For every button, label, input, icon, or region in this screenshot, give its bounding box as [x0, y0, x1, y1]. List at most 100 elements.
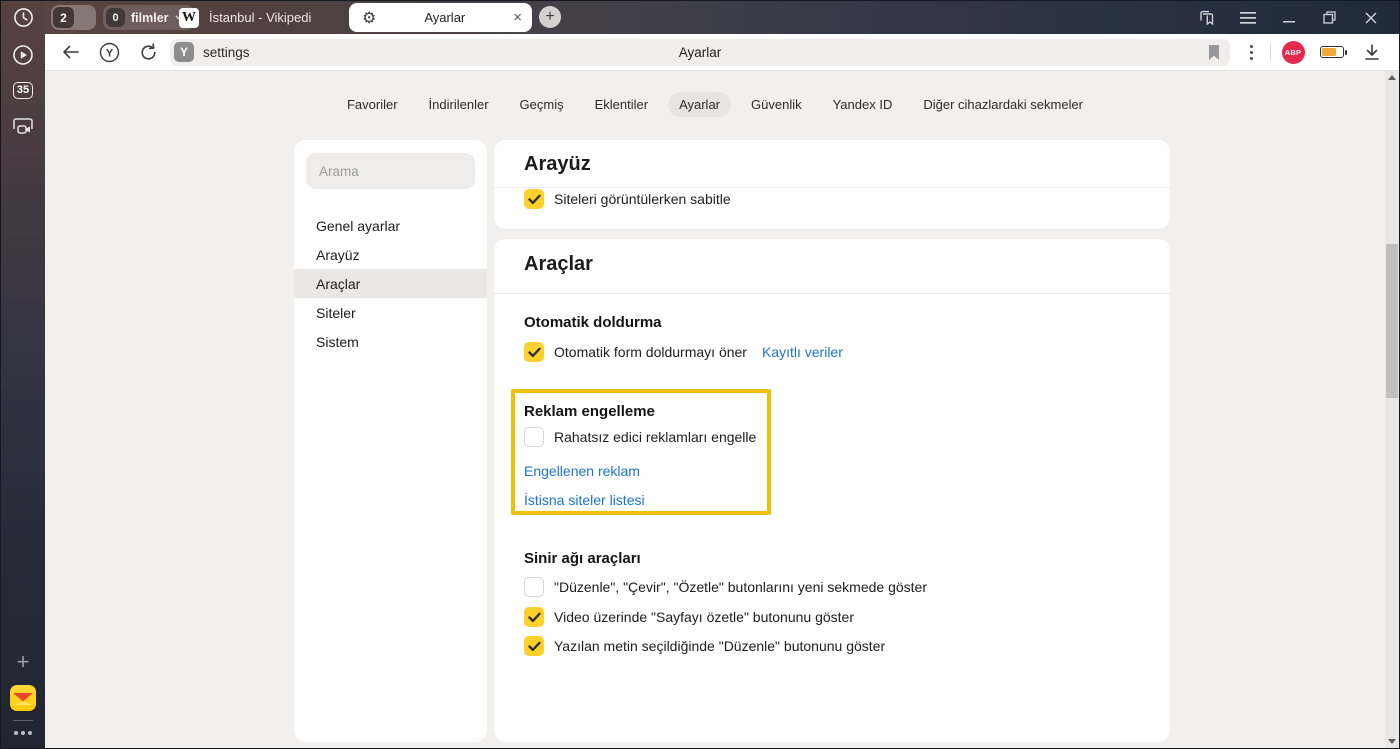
sidebar-item-siteler[interactable]: Siteler [294, 298, 487, 327]
minimize-icon [1283, 12, 1295, 24]
battery-icon [1320, 46, 1344, 58]
setting-label: Video üzerinde "Sayfayı özetle" butonunu… [554, 609, 854, 625]
section-arayuz: Arayüz Siteleri görüntülerken sabitle [494, 140, 1170, 229]
tab-list-button[interactable]: 2 [51, 5, 96, 30]
history-button[interactable] [1, 7, 45, 28]
kayitli-veriler-link[interactable]: Kayıtlı veriler [762, 344, 843, 360]
tab-count-badge: 2 [53, 7, 74, 28]
divider [494, 293, 1170, 294]
browser-menu-button[interactable] [1227, 1, 1268, 34]
section-title: Araçlar [524, 253, 593, 276]
more-dots-icon [14, 731, 32, 735]
plus-icon: + [17, 651, 30, 673]
play-icon [12, 44, 34, 66]
nav-indirilenler[interactable]: İndirilenler [418, 92, 500, 117]
checkbox-checked[interactable] [524, 607, 544, 627]
tab-close-icon[interactable]: × [513, 10, 522, 25]
section-araclar: Araçlar Otomatik doldurma Otomatik form … [494, 239, 1170, 742]
neural-heading: Sinir ağı araçları [524, 550, 641, 567]
nav-guvenlik[interactable]: Güvenlik [740, 92, 813, 117]
tab-panels-icon [1198, 10, 1215, 26]
tab-istanbul-vikipedi[interactable]: W İstanbul - Vikipedi [179, 1, 311, 34]
add-panel-button[interactable]: + [1, 651, 45, 673]
new-tab-button[interactable]: + [539, 6, 561, 28]
engellenen-reklam-link[interactable]: Engellenen reklam [524, 463, 640, 479]
address-bar[interactable]: Y settings Ayarlar [170, 39, 1230, 66]
settings-gear-favicon: ⚙ [362, 10, 376, 26]
close-window-button[interactable] [1350, 1, 1391, 34]
istisna-siteler-link[interactable]: İstisna siteler listesi [524, 492, 645, 508]
tab-ayarlar-active[interactable]: ⚙ Ayarlar × [349, 3, 532, 32]
minimize-button[interactable] [1268, 1, 1309, 34]
setting-label: Yazılan metin seçildiğinde "Düzenle" but… [554, 638, 885, 654]
bookmark-button[interactable] [1207, 44, 1221, 61]
nav-ayarlar[interactable]: Ayarlar [668, 92, 731, 117]
search-input[interactable] [306, 153, 475, 189]
wikipedia-favicon: W [179, 8, 199, 28]
video-call-tab-button[interactable] [1, 117, 45, 137]
download-icon [1363, 43, 1381, 61]
settings-nav: Favoriler İndirilenler Geçmiş Eklentiler… [45, 90, 1385, 118]
scrollbar-thumb[interactable] [1386, 244, 1398, 398]
page-title: Ayarlar [679, 45, 722, 60]
restore-button[interactable] [1309, 1, 1350, 34]
tab-title: İstanbul - Vikipedi [209, 10, 311, 25]
site-y-icon: Y [174, 42, 194, 62]
tab-group-count-badge: 0 [106, 8, 125, 27]
scroll-up-arrow[interactable] [1388, 75, 1396, 80]
hamburger-menu-icon [1240, 12, 1256, 24]
sidebar-item-genel-ayarlar[interactable]: Genel ayarlar [294, 211, 487, 240]
checkbox-checked[interactable] [524, 636, 544, 656]
autofill-row: Otomatik form doldurmayı öner Kayıtlı ve… [494, 342, 1170, 362]
tab-panels-button[interactable] [1186, 1, 1227, 34]
nav-yandex-id[interactable]: Yandex ID [822, 92, 904, 117]
downloads-button[interactable]: 35 [1, 82, 45, 99]
downloads-badge: 35 [13, 82, 33, 99]
setting-label: Rahatsız edici reklamları engelle [554, 429, 756, 445]
svg-text:Y: Y [106, 47, 114, 59]
close-icon [1365, 12, 1377, 24]
sidebar-more-button[interactable] [1, 731, 45, 735]
page-scrollbar[interactable] [1385, 71, 1399, 748]
highlighted-adblock-box: Reklam engelleme Rahatsız edici reklamla… [511, 389, 771, 515]
browser-window: 2 0 filmler W İstanbul - Vikipedi ⚙ Ayar… [0, 0, 1400, 749]
back-button[interactable] [51, 37, 90, 67]
bookmark-icon [1207, 44, 1221, 61]
downloads-toolbar-button[interactable] [1353, 37, 1391, 67]
checkbox-unchecked[interactable] [524, 427, 544, 447]
video-call-tab-icon [11, 117, 35, 137]
sidebar-item-araclar[interactable]: Araçlar [294, 269, 487, 298]
tab-title: Ayarlar [376, 10, 513, 25]
setting-label: Otomatik form doldurmayı öner [554, 344, 747, 360]
nav-diger-cihazlar[interactable]: Diğer cihazlardaki sekmeler [912, 92, 1094, 117]
section-title: Arayüz [524, 153, 591, 176]
restore-icon [1323, 11, 1336, 24]
yandex-mail-button[interactable] [1, 685, 45, 711]
checkbox-checked[interactable] [524, 342, 544, 362]
autofill-heading: Otomatik doldurma [524, 314, 662, 331]
toolbar-menu-button[interactable] [1236, 37, 1266, 67]
tab-bar: 2 0 filmler W İstanbul - Vikipedi ⚙ Ayar… [1, 1, 1399, 34]
yandex-mail-icon [10, 685, 36, 711]
adblock-row: Rahatsız edici reklamları engelle [524, 427, 756, 447]
adblock-plus-button[interactable]: ABP [1275, 37, 1311, 67]
refresh-button[interactable] [129, 37, 168, 67]
tab-group-label: filmler [131, 11, 169, 25]
neural-row-2: Video üzerinde "Sayfayı özetle" butonunu… [494, 607, 1170, 627]
sidebar-item-sistem[interactable]: Sistem [294, 327, 487, 356]
battery-saver-button[interactable] [1311, 37, 1353, 67]
checkbox-unchecked[interactable] [524, 577, 544, 597]
nav-gecmis[interactable]: Geçmiş [509, 92, 575, 117]
window-controls [1186, 1, 1391, 34]
media-button[interactable] [1, 44, 45, 66]
checkbox-checked[interactable] [524, 189, 544, 209]
url-text: settings [203, 45, 250, 60]
sidebar-item-arayuz[interactable]: Arayüz [294, 240, 487, 269]
scroll-down-arrow[interactable] [1388, 739, 1396, 744]
nav-eklentiler[interactable]: Eklentiler [584, 92, 659, 117]
yandex-services-button[interactable]: Y [90, 37, 129, 67]
refresh-icon [139, 43, 158, 62]
toolbar-separator [1270, 44, 1271, 60]
nav-favoriler[interactable]: Favoriler [336, 92, 409, 117]
kebab-menu-icon [1250, 45, 1253, 60]
